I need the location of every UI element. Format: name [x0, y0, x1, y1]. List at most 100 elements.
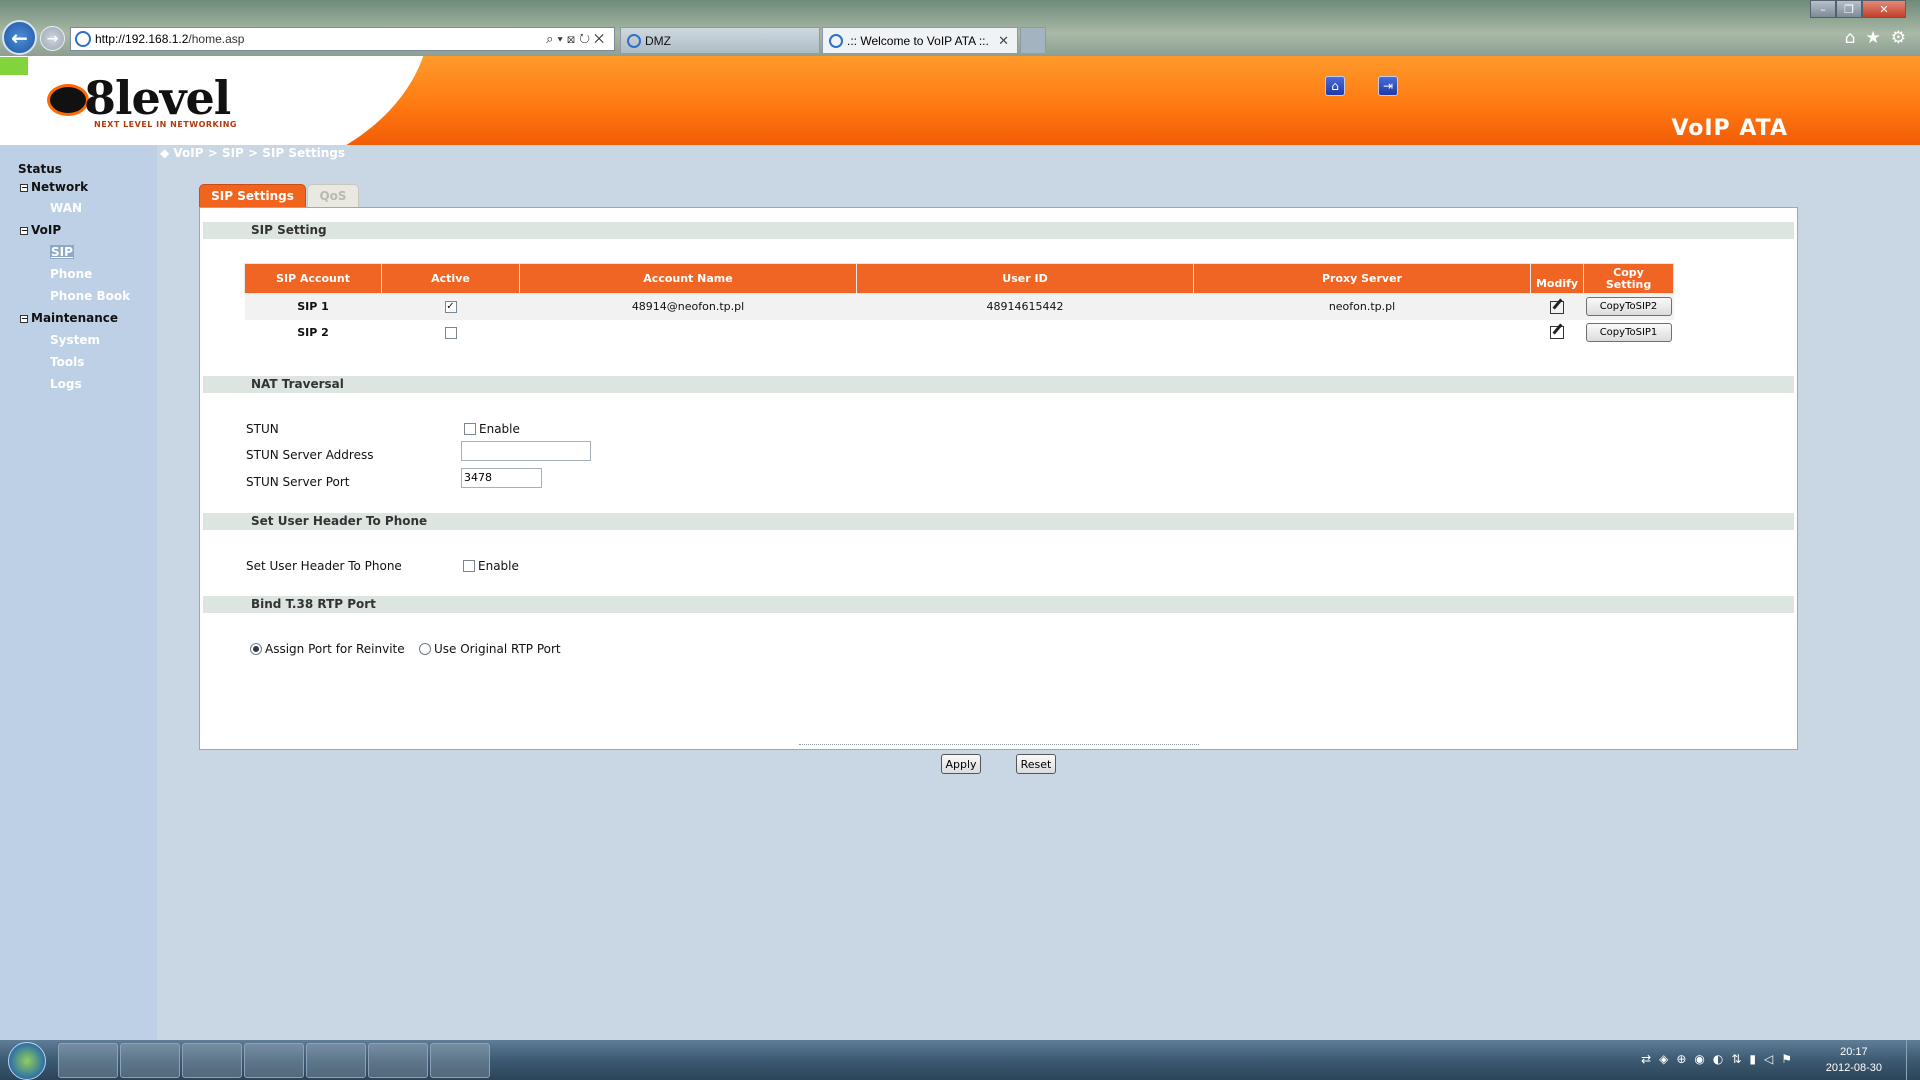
stun-enable-label: Enable [479, 422, 520, 436]
sidebar-item-system[interactable]: System [50, 333, 100, 347]
logout-icon[interactable]: ⇥ [1378, 76, 1398, 96]
address-path: /home.asp [188, 32, 245, 46]
active-cell [382, 320, 520, 346]
stun-label: STUN [246, 422, 279, 436]
collapse-icon[interactable]: − [20, 314, 28, 323]
copy-cell: CopyToSIP2 [1583, 293, 1674, 320]
active-cell: ✓ [381, 293, 520, 320]
original-port-label: Use Original RTP Port [434, 642, 561, 656]
close-tab-icon[interactable]: ✕ [998, 33, 1009, 49]
taskbar-app-ie[interactable] [58, 1043, 118, 1078]
copy-to-sip1-button[interactable]: CopyToSIP1 [1585, 323, 1672, 342]
window-controls: – ❐ ✕ [1810, 0, 1906, 18]
system-tray-icons[interactable]: ⇄◈⊕◉◐⇅▮◁⚑ [1641, 1052, 1800, 1066]
t38-option-original-port: Use Original RTP Port [419, 642, 561, 656]
browser-tab-dmz[interactable]: DMZ [620, 27, 820, 53]
forward-arrow-icon: → [46, 30, 59, 47]
clock-time: 20:17 [1840, 1046, 1868, 1058]
show-desktop-button[interactable] [1906, 1040, 1920, 1080]
brand-logo: 8level [84, 71, 231, 125]
minimize-button[interactable]: – [1810, 0, 1836, 18]
taskbar-app[interactable] [182, 1043, 242, 1078]
favorites-icon[interactable]: ★ [1866, 28, 1881, 48]
user-header-enable-checkbox[interactable] [463, 560, 475, 572]
proxy-server-cell: neofon.tp.pl [1193, 293, 1531, 320]
col-account-name: Account Name [519, 263, 857, 294]
copy-to-sip2-button[interactable]: CopyToSIP2 [1585, 297, 1672, 317]
home-icon[interactable]: ⌂ [1845, 28, 1856, 48]
edit-icon[interactable] [1550, 326, 1564, 340]
breadcrumb: ◆ VoIP > SIP > SIP Settings [160, 146, 345, 160]
close-window-button[interactable]: ✕ [1862, 0, 1906, 18]
back-button[interactable]: ← [2, 20, 37, 55]
col-proxy-server: Proxy Server [1193, 263, 1531, 294]
sidebar: Status − Network WAN − VoIP SIP Phone Phon… [0, 145, 157, 1040]
table-row: SIP 1 ✓ 48914@neofon.tp.pl 48914615442 n… [244, 293, 1674, 320]
section-sip-setting: SIP Setting [203, 222, 1794, 239]
address-bar[interactable]: http://192.168.1.2/home.asp ⌕▾⊠↻✕ [70, 27, 615, 51]
ie-page-icon [75, 31, 91, 47]
collapse-icon[interactable]: − [20, 183, 28, 192]
reset-button[interactable]: Reset [1016, 754, 1056, 774]
clock-date: 2012-08-30 [1825, 1062, 1882, 1074]
ie-page-icon [627, 34, 641, 48]
address-tools-icons[interactable]: ⌕▾⊠↻✕ [546, 31, 608, 47]
stun-enable: Enable [464, 422, 520, 436]
sidebar-item-voip[interactable]: − VoIP [20, 223, 61, 237]
stun-server-port-label: STUN Server Port [246, 475, 350, 489]
sidebar-item-sip[interactable]: SIP [50, 245, 74, 259]
user-id-cell [857, 320, 1194, 346]
sip-accounts-table: SIP Account Active Account Name User ID … [244, 263, 1674, 346]
new-tab-button[interactable] [1020, 27, 1046, 53]
browser-tab-title: DMZ [645, 34, 671, 48]
taskbar-app[interactable] [120, 1043, 180, 1078]
green-marker [0, 57, 28, 75]
forward-button[interactable]: → [40, 26, 65, 51]
sidebar-item-wan[interactable]: WAN [50, 201, 82, 215]
browser-chrome: ← → http://192.168.1.2/home.asp ⌕▾⊠↻✕ DM… [0, 0, 1920, 56]
sidebar-item-logs[interactable]: Logs [50, 377, 82, 391]
sidebar-item-network[interactable]: − Network [20, 180, 88, 194]
start-button[interactable] [8, 1042, 46, 1080]
assign-port-radio[interactable] [250, 643, 262, 655]
taskbar-app[interactable] [306, 1043, 366, 1078]
back-arrow-icon: ← [11, 25, 28, 50]
stun-server-port-input[interactable]: 3478 [461, 468, 542, 488]
sidebar-item-status[interactable]: Status [18, 162, 62, 176]
stun-enable-checkbox[interactable] [464, 423, 476, 435]
ie-page-icon [829, 34, 843, 48]
collapse-icon[interactable]: − [20, 226, 28, 235]
proxy-server-cell [1194, 320, 1531, 346]
user-header-enable-label: Enable [478, 559, 519, 573]
sidebar-item-tools[interactable]: Tools [50, 355, 84, 369]
tools-icon[interactable]: ⚙ [1891, 28, 1906, 48]
sip-account-cell: SIP 2 [297, 326, 329, 339]
sip-account-cell: SIP 1 [244, 293, 382, 320]
sidebar-item-phone[interactable]: Phone [50, 267, 92, 281]
copy-cell: CopyToSIP1 [1584, 320, 1674, 346]
router-page: 8level NEXT LEVEL IN NETWORKING ⌂ ⇥ VoIP… [0, 56, 1920, 1040]
col-sip-account: SIP Account [244, 263, 382, 294]
taskbar-app[interactable] [368, 1043, 428, 1078]
browser-tab-title: .:: Welcome to VoIP ATA ::. [847, 34, 989, 48]
sidebar-item-phone-book[interactable]: Phone Book [50, 289, 130, 303]
apply-button[interactable]: Apply [941, 754, 981, 774]
clock[interactable]: 20:17 2012-08-30 [1826, 1044, 1882, 1076]
active-checkbox[interactable] [444, 327, 457, 339]
active-checkbox[interactable]: ✓ [444, 301, 457, 314]
user-id-cell: 48914615442 [856, 293, 1194, 320]
maximize-button[interactable]: ❐ [1836, 0, 1862, 18]
tab-sip-settings[interactable]: SIP Settings [199, 184, 306, 208]
taskbar-app-firefox[interactable] [244, 1043, 304, 1078]
col-modify: Modify [1530, 263, 1584, 294]
sidebar-item-maintenance[interactable]: − Maintenance [20, 311, 118, 325]
edit-icon[interactable] [1550, 300, 1564, 314]
browser-tab-voip-ata[interactable]: .:: Welcome to VoIP ATA ::. ✕ [822, 27, 1018, 53]
section-nat-traversal: NAT Traversal [203, 376, 1794, 393]
stun-server-address-input[interactable] [461, 441, 591, 461]
taskbar-app[interactable] [430, 1043, 490, 1078]
house-icon[interactable]: ⌂ [1325, 76, 1345, 96]
browser-toolbar-icons: ⌂ ★ ⚙ [1845, 28, 1906, 48]
original-port-radio[interactable] [419, 643, 431, 655]
tab-qos[interactable]: QoS [307, 184, 359, 208]
